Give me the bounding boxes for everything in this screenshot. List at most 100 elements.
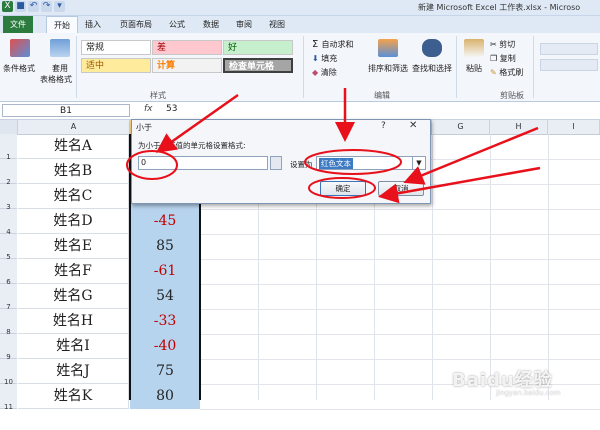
binoculars-icon	[422, 39, 442, 57]
style-normal[interactable]: 常规	[81, 40, 151, 55]
excel-logo-icon: X	[2, 1, 13, 12]
name-cell[interactable]: 姓名D	[18, 209, 129, 234]
paste-button[interactable]: 粘贴	[466, 63, 482, 74]
row-header[interactable]: 8	[0, 309, 17, 336]
name-cell[interactable]: 姓名J	[18, 359, 129, 384]
gridline	[490, 134, 491, 400]
gridline	[548, 134, 549, 400]
group-styles-label: 样式	[150, 91, 166, 100]
fx-icon[interactable]: fx	[144, 104, 153, 114]
chevron-down-icon[interactable]: ▼	[412, 157, 425, 169]
format-select[interactable]: 红色文本 ▼	[316, 156, 426, 170]
copy-button[interactable]: ❐ 复制	[490, 53, 516, 64]
style-good[interactable]: 好	[223, 40, 293, 55]
range-select-icon[interactable]	[270, 156, 282, 170]
gridline	[200, 259, 600, 260]
style-check-cell[interactable]: 检查单元格	[223, 58, 293, 73]
ribbon-tabs: 文件 开始 插入 页面布局 公式 数据 审阅 视图	[0, 16, 600, 33]
tab-view[interactable]: 视图	[266, 16, 288, 33]
eraser-icon: ◆	[312, 68, 321, 77]
column-header-a[interactable]: A	[18, 120, 130, 134]
gridline	[200, 309, 600, 310]
quick-access-toolbar: X ■ ↶ ↷ ▾	[2, 1, 65, 12]
threshold-input[interactable]: 0	[138, 156, 268, 170]
row-header[interactable]: 11	[0, 384, 17, 411]
name-cell[interactable]: 姓名H	[18, 309, 129, 334]
sort-filter-button[interactable]: 排序和筛选	[368, 63, 408, 74]
row-header[interactable]: 9	[0, 334, 17, 361]
paintbrush-icon: ✎	[490, 68, 500, 77]
column-header-h[interactable]: H	[490, 120, 548, 134]
table-format-label-top[interactable]: 套用	[52, 63, 68, 74]
separator	[303, 36, 304, 98]
sort-filter-icon	[378, 39, 398, 57]
separator	[76, 36, 77, 98]
name-cell[interactable]: 姓名F	[18, 259, 129, 284]
row-header[interactable]: 5	[0, 234, 17, 261]
style-bad[interactable]: 差	[152, 40, 222, 55]
scissors-icon: ✂	[490, 40, 500, 49]
style-neutral[interactable]: 适中	[81, 58, 151, 73]
conditional-format-button[interactable]: 条件格式	[3, 63, 35, 74]
undo-icon[interactable]: ↶	[28, 1, 39, 12]
row-header[interactable]: 2	[0, 159, 17, 186]
row-header[interactable]: 7	[0, 284, 17, 311]
format-painter-button[interactable]: ✎ 格式刷	[490, 67, 523, 78]
formula-bar: B1 fx 53	[0, 102, 600, 120]
gridline	[200, 409, 600, 410]
dialog-prompt: 为小于以下值的单元格设置格式:	[138, 141, 246, 150]
window-title: 新建 Microsoft Excel 工作表.xlsx - Microso	[418, 3, 581, 12]
group-clipboard-label: 剪贴板	[500, 91, 524, 100]
separator	[456, 36, 457, 98]
gridline	[200, 234, 600, 235]
column-header-i[interactable]: I	[548, 120, 600, 134]
table-format-button[interactable]: 表格格式	[40, 74, 72, 85]
fill-down-icon: ⬇	[312, 54, 322, 63]
tab-file[interactable]: 文件	[3, 16, 33, 33]
help-icon[interactable]: ?	[381, 121, 386, 131]
name-cell[interactable]: 姓名C	[18, 184, 129, 209]
tab-page-layout[interactable]: 页面布局	[116, 16, 156, 33]
row-header[interactable]: 10	[0, 359, 17, 386]
name-cell[interactable]: 姓名G	[18, 284, 129, 309]
close-icon[interactable]: ✕	[409, 120, 417, 131]
gridline	[200, 284, 600, 285]
tab-data[interactable]: 数据	[200, 16, 222, 33]
title-bar: X ■ ↶ ↷ ▾ 新建 Microsoft Excel 工作表.xlsx - …	[0, 0, 600, 16]
name-cell[interactable]: 姓名E	[18, 234, 129, 259]
name-cell[interactable]: 姓名K	[18, 384, 129, 409]
column-header-g[interactable]: G	[432, 120, 490, 134]
row-header[interactable]: 1	[0, 134, 17, 161]
cut-button[interactable]: ✂ 剪切	[490, 39, 515, 50]
name-cell[interactable]: 姓名A	[18, 134, 129, 159]
row-header[interactable]: 4	[0, 209, 17, 236]
gridline	[200, 334, 600, 335]
format-select-value: 红色文本	[319, 158, 353, 169]
formula-input[interactable]: 53	[166, 104, 177, 114]
group-edit-label: 编辑	[374, 91, 390, 100]
name-box[interactable]: B1	[2, 104, 130, 117]
ok-button[interactable]: 确定	[320, 181, 366, 196]
autosum-button[interactable]: Σ 自动求和	[312, 39, 354, 50]
row-header[interactable]: 6	[0, 259, 17, 286]
set-as-label: 设置为	[290, 160, 313, 169]
redo-icon[interactable]: ↷	[41, 1, 52, 12]
tab-review[interactable]: 审阅	[233, 16, 255, 33]
ribbon-placeholder	[540, 43, 598, 55]
save-icon[interactable]: ■	[15, 1, 26, 12]
tab-insert[interactable]: 插入	[82, 16, 104, 33]
tab-formulas[interactable]: 公式	[166, 16, 188, 33]
customize-qat-icon[interactable]: ▾	[54, 1, 65, 12]
ribbon: 条件格式 套用 表格格式 常规 差 好 适中 计算 检查单元格 样式 Σ 自动求…	[0, 33, 600, 102]
style-calculation[interactable]: 计算	[152, 58, 222, 73]
find-select-button[interactable]: 查找和选择	[412, 63, 452, 74]
name-cell[interactable]: 姓名B	[18, 159, 129, 184]
row-header[interactable]: 3	[0, 184, 17, 211]
select-all-corner[interactable]	[0, 120, 18, 134]
fill-button[interactable]: ⬇ 填充	[312, 53, 337, 64]
clear-button[interactable]: ◆ 清除	[312, 67, 337, 78]
cancel-button[interactable]: 取消	[378, 181, 424, 196]
name-cell[interactable]: 姓名I	[18, 334, 129, 359]
paste-icon	[464, 39, 484, 57]
tab-home[interactable]: 开始	[46, 16, 78, 33]
